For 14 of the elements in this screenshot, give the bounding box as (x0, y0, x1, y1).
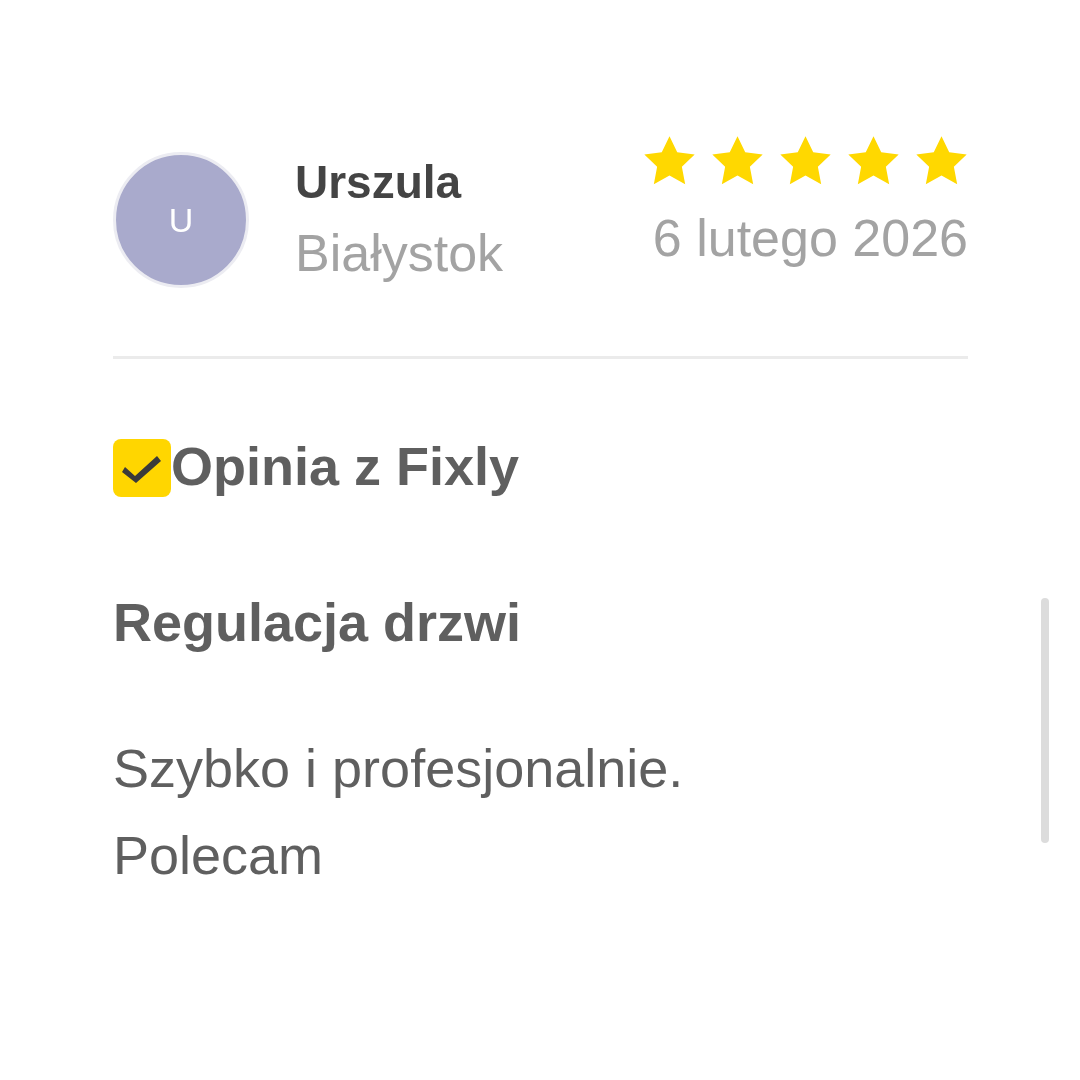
star-icon (915, 135, 968, 186)
star-icon (779, 135, 832, 186)
verified-check-icon (113, 439, 171, 497)
reviewer-name: Urszula (295, 155, 462, 209)
reviewer-location: Białystok (295, 223, 504, 283)
review-title: Regulacja drzwi (113, 591, 522, 653)
review-date: 6 lutego 2026 (652, 208, 968, 268)
star-icon (711, 135, 764, 186)
avatar-initial: U (168, 200, 194, 240)
star-icon (847, 135, 900, 186)
star-icon (643, 135, 696, 186)
scrollbar[interactable] (1041, 598, 1049, 843)
review-text: Szybko i profesjonalnie. Polecam (113, 737, 685, 887)
badge-label: Opinia z Fixly (171, 435, 520, 497)
